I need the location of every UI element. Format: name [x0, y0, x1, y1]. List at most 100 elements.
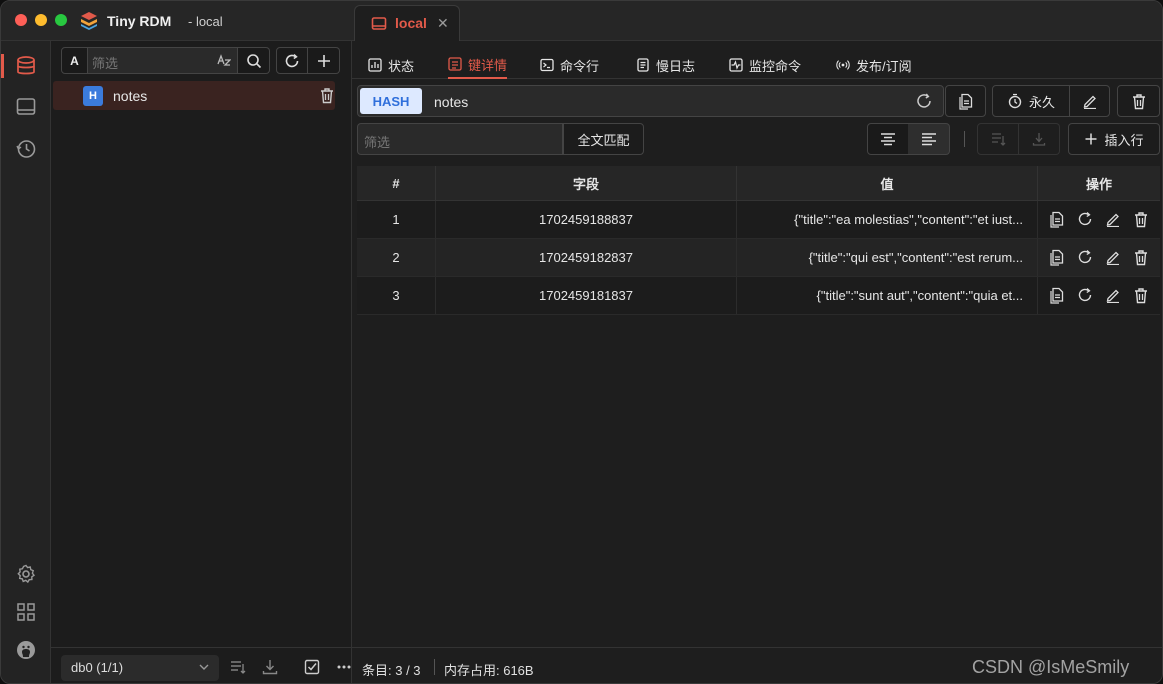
tab-monitor[interactable]: 监控命令: [729, 51, 801, 79]
row-field: 1702459188837: [436, 201, 737, 238]
row-value: {"title":"sunt aut","content":"quia et..…: [737, 277, 1038, 314]
tab-slowlog[interactable]: 慢日志: [636, 51, 695, 79]
refresh-icon[interactable]: [915, 92, 933, 110]
key-type-badge: H: [83, 86, 103, 106]
align-left-button[interactable]: [908, 123, 950, 155]
fulltext-match-button[interactable]: 全文匹配: [563, 123, 644, 155]
window-controls: [15, 14, 67, 26]
download-icon[interactable]: [261, 658, 279, 676]
insert-row-button[interactable]: 插入行: [1068, 123, 1160, 155]
key-type-badge: HASH: [360, 88, 422, 114]
server-panel-icon[interactable]: [13, 94, 39, 120]
edit-icon[interactable]: [1105, 249, 1121, 266]
tab-monitor-label: 监控命令: [749, 58, 802, 74]
align-center-button[interactable]: [867, 123, 909, 155]
copy-key-button[interactable]: [945, 85, 986, 117]
tab-status[interactable]: 状态: [368, 51, 414, 79]
maximize-window-button[interactable]: [55, 14, 67, 26]
filter-type-toggle[interactable]: A: [61, 47, 88, 74]
rename-key-button[interactable]: [1069, 85, 1110, 117]
more-icon[interactable]: [335, 658, 353, 676]
insert-row-label: 插入行: [1104, 132, 1144, 148]
column-value[interactable]: 值: [737, 166, 1038, 200]
title-bar: Tiny RDM - local local ✕: [1, 1, 1162, 41]
key-detail-pane: 状态 键详情 命令行 慢日志 监控命令 发布/订阅 HASH notes 永久 …: [352, 41, 1162, 683]
refresh-keys-button[interactable]: [276, 47, 308, 74]
table-row[interactable]: 2 1702459182837 {"title":"qui est","cont…: [357, 239, 1160, 277]
ttl-button[interactable]: 永久: [992, 85, 1070, 117]
settings-gear-icon[interactable]: [13, 561, 39, 587]
copy-icon[interactable]: [1049, 287, 1065, 304]
terminal-icon: [540, 58, 554, 72]
trash-icon[interactable]: [1133, 249, 1149, 266]
key-detail-icon: [448, 57, 462, 71]
tab-pubsub-label: 发布/订阅: [856, 58, 912, 74]
table-header: # 字段 值 操作: [357, 166, 1160, 201]
column-field[interactable]: 字段: [436, 166, 737, 200]
load-all-button[interactable]: [1018, 123, 1060, 155]
key-list-item[interactable]: H notes: [53, 81, 335, 110]
minimize-window-button[interactable]: [35, 14, 47, 26]
active-indicator: [1, 54, 4, 78]
column-index[interactable]: #: [357, 166, 436, 200]
activity-rail: [1, 41, 51, 683]
reload-icon[interactable]: [1077, 287, 1093, 304]
reload-icon[interactable]: [1077, 249, 1093, 266]
content-nav: 状态 键详情 命令行 慢日志 监控命令 发布/订阅: [352, 41, 1162, 79]
delete-key-button[interactable]: [1117, 85, 1160, 117]
match-case-icon[interactable]: [217, 53, 231, 67]
close-tab-icon[interactable]: ✕: [437, 15, 449, 32]
tab-pubsub[interactable]: 发布/订阅: [836, 51, 912, 79]
app-title: Tiny RDM: [107, 13, 172, 29]
load-more-button[interactable]: [977, 123, 1019, 155]
apps-grid-icon[interactable]: [13, 599, 39, 625]
tab-key-detail[interactable]: 键详情: [448, 51, 508, 79]
row-index: 3: [357, 277, 436, 314]
database-select[interactable]: db0 (1/1): [61, 655, 219, 681]
copy-icon[interactable]: [1049, 211, 1065, 228]
value-filter-input[interactable]: 筛选: [357, 123, 563, 155]
sort-icon: [992, 133, 1006, 146]
ttl-label: 永久: [1028, 94, 1055, 110]
trash-icon: [1132, 93, 1145, 109]
download-icon: [1032, 133, 1045, 146]
copy-icon[interactable]: [1049, 249, 1065, 266]
status-divider: [434, 659, 435, 675]
slowlog-icon: [636, 58, 650, 72]
tab-terminal-label: 命令行: [560, 58, 600, 74]
tab-local[interactable]: local ✕: [354, 5, 460, 41]
edit-icon[interactable]: [1105, 211, 1121, 228]
key-name: notes: [113, 88, 148, 104]
app-logo-icon: [79, 11, 99, 31]
history-icon[interactable]: [13, 136, 39, 162]
app-subtitle: - local: [188, 14, 223, 29]
table-row[interactable]: 1 1702459188837 {"title":"ea molestias",…: [357, 201, 1160, 239]
key-browser-panel: A 筛选 H notes db0 (1/1): [51, 41, 353, 683]
close-window-button[interactable]: [15, 14, 27, 26]
github-icon[interactable]: [13, 637, 39, 663]
row-actions: [1038, 239, 1160, 276]
edit-icon: [1083, 95, 1096, 109]
sort-icon[interactable]: [229, 658, 247, 676]
trash-icon[interactable]: [319, 87, 335, 104]
trash-icon[interactable]: [1133, 287, 1149, 304]
tab-local-label: local: [395, 15, 427, 31]
hash-table: # 字段 值 操作 1 1702459188837 {"title":"ea m…: [357, 166, 1160, 315]
trash-icon[interactable]: [1133, 211, 1149, 228]
edit-icon[interactable]: [1105, 287, 1121, 304]
database-icon[interactable]: [13, 53, 39, 79]
toolbar-divider: [964, 131, 965, 147]
table-row[interactable]: 3 1702459181837 {"title":"sunt aut","con…: [357, 277, 1160, 315]
tab-terminal[interactable]: 命令行: [540, 51, 599, 79]
reload-icon[interactable]: [1077, 211, 1093, 228]
key-toolbar: HASH notes 永久: [357, 85, 1160, 117]
key-name-field[interactable]: notes: [434, 94, 468, 110]
value-filter-placeholder: 筛选: [364, 135, 391, 150]
key-filter-input[interactable]: 筛选: [88, 47, 238, 74]
search-button[interactable]: [238, 47, 270, 74]
value-toolbar: 筛选 全文匹配 插入行: [357, 123, 1160, 155]
tab-status-label: 状态: [388, 58, 415, 74]
add-key-button[interactable]: [308, 47, 340, 74]
check-square-icon[interactable]: [303, 658, 321, 676]
watermark: CSDN @IsMeSmily: [972, 657, 1130, 677]
